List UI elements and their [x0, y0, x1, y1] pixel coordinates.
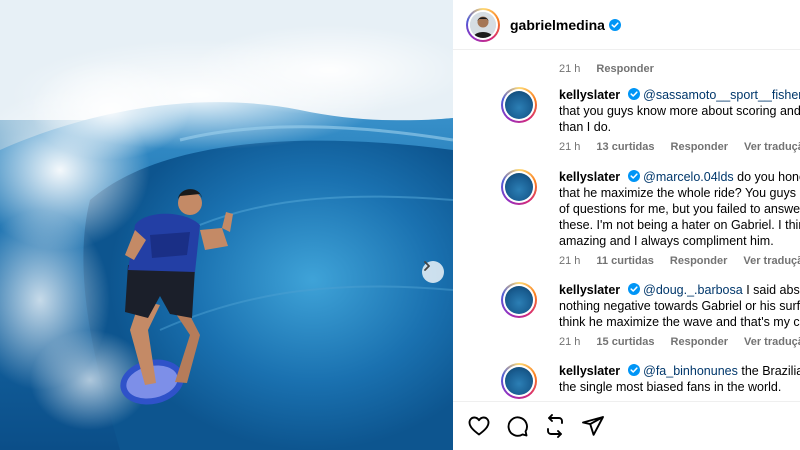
comment-item: kellyslater @fa_binhonunes the Brazilian…	[501, 363, 800, 399]
comment-time: 21 h	[559, 336, 581, 348]
surf-photo-illustration	[0, 0, 453, 450]
commenter-username[interactable]: kellyslater	[559, 283, 620, 297]
comment-text: kellyslater @doug._.barbosa I said absol…	[559, 282, 800, 330]
comment-mention[interactable]: @fa_binhonunes	[643, 364, 738, 378]
send-icon[interactable]	[581, 414, 605, 438]
likes-count[interactable]: 11 curtidas	[596, 255, 653, 267]
translate-button[interactable]: Ver tradução	[744, 141, 800, 153]
translate-button[interactable]: Ver tradução	[744, 336, 800, 348]
commenter-avatar[interactable]	[501, 87, 537, 123]
reply-button[interactable]: Responder	[596, 63, 653, 75]
translate-button[interactable]: Ver tradução	[743, 255, 800, 267]
author-avatar[interactable]	[466, 7, 500, 42]
carousel-next-button[interactable]	[422, 261, 444, 283]
instagram-post-view: gabrielmedina 21 h Responder kellyslater…	[0, 0, 800, 450]
verified-badge-icon	[627, 88, 640, 100]
repost-icon[interactable]	[543, 414, 567, 438]
comment-line: nothing negative towards Gabriel or his …	[559, 299, 800, 313]
comment-line: I said absolu	[746, 283, 800, 297]
post-details-panel: gabrielmedina 21 h Responder kellyslater…	[453, 0, 800, 450]
likes-count[interactable]: 13 curtidas	[596, 141, 654, 153]
comment-line: than I do.	[559, 120, 612, 134]
chevron-right-icon	[424, 261, 430, 271]
comment-item: kellyslater @sassamoto__sport__fisherman…	[501, 87, 800, 153]
comment-meta: 21 h 11 curtidas Responder Ver tradução	[559, 255, 800, 267]
comment-line: of questions for me, but you failed to a…	[559, 202, 800, 216]
commenter-avatar[interactable]	[501, 282, 537, 318]
comment-line: amazing and I always compliment him.	[559, 234, 774, 248]
comment-text: kellyslater @sassamoto__sport__fisherman…	[559, 87, 800, 135]
comment-line: think he maximize the wave and that's my…	[559, 315, 800, 329]
comment-item: kellyslater @marcelo.04lds do you honest…	[501, 169, 800, 267]
likes-count[interactable]: 15 curtidas	[596, 336, 654, 348]
heart-icon[interactable]	[467, 414, 491, 438]
comment-line: that he maximize the whole ride? You guy…	[559, 186, 800, 200]
post-action-bar	[453, 401, 800, 450]
commenter-avatar[interactable]	[501, 363, 537, 399]
avatar-photo	[470, 11, 496, 38]
comment-meta: 21 h 13 curtidas Responder Ver tradução	[559, 141, 800, 153]
reply-button[interactable]: Responder	[671, 141, 728, 153]
post-header: gabrielmedina	[453, 0, 800, 50]
comment-mention[interactable]: @doug._.barbosa	[643, 283, 743, 297]
commenter-username[interactable]: kellyslater	[559, 170, 620, 184]
comment-meta: 21 h Responder	[559, 63, 654, 75]
comment-line: the Brazilian f	[741, 364, 800, 378]
commenter-username[interactable]: kellyslater	[559, 364, 620, 378]
post-photo[interactable]	[0, 0, 453, 450]
comment-text: kellyslater @marcelo.04lds do you honest…	[559, 169, 800, 249]
verified-badge-icon	[627, 283, 640, 295]
reply-button[interactable]: Responder	[670, 255, 727, 267]
verified-badge-icon	[627, 170, 640, 182]
comment-time: 21 h	[559, 255, 581, 267]
comment-line: the single most biased fans in the world…	[559, 380, 782, 394]
comment-line: that you guys know more about scoring an…	[559, 104, 800, 118]
comment-time: 21 h	[559, 141, 581, 153]
comment-time: 21 h	[559, 63, 581, 75]
comment-meta: 21 h 15 curtidas Responder Ver tradução	[559, 336, 800, 348]
comment-line: these. I'm not being a hater on Gabriel.…	[559, 218, 800, 232]
author-username[interactable]: gabrielmedina	[510, 17, 605, 33]
verified-badge-icon	[608, 18, 621, 31]
comment-line: do you honest	[737, 170, 800, 184]
comment-icon[interactable]	[505, 414, 529, 438]
verified-badge-icon	[627, 364, 640, 376]
commenter-avatar[interactable]	[501, 169, 537, 205]
comment-item: kellyslater @doug._.barbosa I said absol…	[501, 282, 800, 348]
comment-mention[interactable]: @marcelo.04lds	[643, 170, 734, 184]
comment-mention[interactable]: @sassamoto__sport__fisherman	[643, 88, 800, 102]
comment-text: kellyslater @fa_binhonunes the Brazilian…	[559, 363, 800, 395]
commenter-username[interactable]: kellyslater	[559, 88, 620, 102]
reply-button[interactable]: Responder	[671, 336, 728, 348]
comments-list[interactable]: 21 h Responder kellyslater @sassamoto__s…	[453, 50, 800, 401]
